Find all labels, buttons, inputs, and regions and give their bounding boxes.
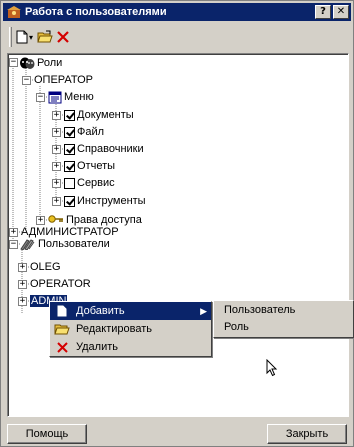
close-title-button[interactable]: ✕ — [333, 5, 349, 19]
tools-checkbox[interactable] — [64, 195, 75, 207]
help-title-button[interactable]: ? — [315, 5, 331, 19]
references-expand-toggle[interactable]: + — [52, 145, 61, 154]
add-submenu: Пользователь Роль — [213, 300, 354, 338]
admin-user-expand-toggle[interactable]: + — [18, 297, 27, 306]
oleg-label: OLEG — [30, 261, 61, 273]
menu-item-add-label: Добавить — [76, 305, 125, 317]
delete-x-icon — [57, 31, 69, 43]
context-menu: Добавить ▶ Редактировать Удалить — [49, 301, 212, 357]
help-button[interactable]: Помощь — [7, 424, 87, 444]
roles-collapse-toggle[interactable]: − — [9, 58, 18, 67]
operator-collapse-toggle[interactable]: − — [22, 76, 31, 85]
users-window: Работа с пользователями ? ✕ ▾ − − − + + … — [0, 0, 354, 447]
delete-button[interactable] — [57, 27, 69, 47]
submenu-item-user[interactable]: Пользователь — [214, 301, 353, 318]
roles-masks-icon — [20, 57, 35, 69]
references-checkbox[interactable] — [64, 143, 75, 155]
toolbar-grip[interactable] — [9, 27, 12, 47]
administrator-expand-toggle[interactable]: + — [9, 228, 18, 237]
tree-node-user-operator[interactable]: OPERATOR — [30, 277, 91, 291]
service-expand-toggle[interactable]: + — [52, 179, 61, 188]
service-checkbox[interactable] — [64, 177, 75, 189]
references-label: Справочники — [77, 143, 144, 155]
users-label: Пользователи — [38, 238, 110, 250]
tree-node-user-oleg[interactable]: OLEG — [30, 260, 61, 274]
access-rights-expand-toggle[interactable]: + — [36, 216, 45, 225]
menu-collapse-toggle[interactable]: − — [36, 93, 45, 102]
tree-node-service[interactable]: Сервис — [64, 176, 115, 190]
tree-node-roles[interactable]: Роли — [19, 56, 62, 70]
tree-node-file[interactable]: Файл — [64, 125, 104, 139]
menu-item-edit[interactable]: Редактировать — [50, 320, 211, 338]
menu-icon — [48, 91, 62, 103]
close-button[interactable]: Закрыть — [267, 424, 347, 444]
users-group-icon — [20, 239, 35, 250]
file-checkbox[interactable] — [64, 126, 75, 138]
new-button[interactable]: ▾ — [16, 27, 33, 47]
documents-expand-toggle[interactable]: + — [52, 111, 61, 120]
operator-user-expand-toggle[interactable]: + — [18, 280, 27, 289]
reports-checkbox[interactable] — [64, 160, 75, 172]
reports-expand-toggle[interactable]: + — [52, 162, 61, 171]
reports-label: Отчеты — [77, 160, 116, 172]
menu-label: Меню — [64, 91, 94, 103]
mouse-cursor-icon — [266, 359, 278, 377]
tools-expand-toggle[interactable]: + — [52, 197, 61, 206]
tools-label: Инструменты — [77, 195, 146, 207]
submenu-item-role[interactable]: Роль — [214, 318, 353, 335]
open-button[interactable] — [37, 27, 53, 47]
toolbar: ▾ — [5, 25, 349, 49]
edit-folder-icon — [54, 323, 70, 335]
tree-node-reports[interactable]: Отчеты — [64, 159, 115, 173]
service-label: Сервис — [77, 177, 115, 189]
users-collapse-toggle[interactable]: − — [9, 240, 18, 249]
tree-node-operator-role[interactable]: ОПЕРАТОР — [34, 73, 93, 87]
tree-node-references[interactable]: Справочники — [64, 142, 144, 156]
tree-node-menu[interactable]: Меню — [48, 90, 94, 104]
menu-item-edit-label: Редактировать — [76, 323, 152, 335]
menu-item-add[interactable]: Добавить ▶ — [50, 302, 211, 320]
delete-x-icon — [54, 341, 70, 353]
tree-node-tools[interactable]: Инструменты — [64, 194, 146, 208]
menu-item-delete-label: Удалить — [76, 341, 118, 353]
new-document-icon — [16, 30, 28, 44]
app-icon — [7, 6, 21, 18]
open-folder-icon — [37, 30, 53, 43]
submenu-item-user-label: Пользователь — [224, 303, 296, 316]
tree-view[interactable]: − − − + + + + + + + + − + + + Роли ОПЕРА… — [7, 53, 349, 417]
file-label: Файл — [77, 126, 105, 138]
menu-item-delete[interactable]: Удалить — [50, 338, 211, 356]
operator-role-label: ОПЕРАТОР — [34, 74, 93, 86]
title-bar[interactable]: Работа с пользователями ? ✕ — [3, 3, 351, 21]
roles-label: Роли — [37, 57, 63, 69]
new-dropdown-arrow[interactable]: ▾ — [29, 33, 33, 42]
operator-user-label: OPERATOR — [30, 278, 91, 290]
tree-node-users[interactable]: Пользователи — [20, 237, 110, 251]
documents-label: Документы — [77, 109, 134, 121]
add-page-icon — [54, 305, 70, 317]
submenu-arrow-icon: ▶ — [200, 306, 207, 316]
file-expand-toggle[interactable]: + — [52, 128, 61, 137]
submenu-item-role-label: Роль — [224, 320, 249, 333]
window-title: Работа с пользователями — [25, 6, 167, 18]
tree-node-documents[interactable]: Документы — [64, 108, 134, 122]
oleg-expand-toggle[interactable]: + — [18, 263, 27, 272]
documents-checkbox[interactable] — [64, 109, 75, 121]
